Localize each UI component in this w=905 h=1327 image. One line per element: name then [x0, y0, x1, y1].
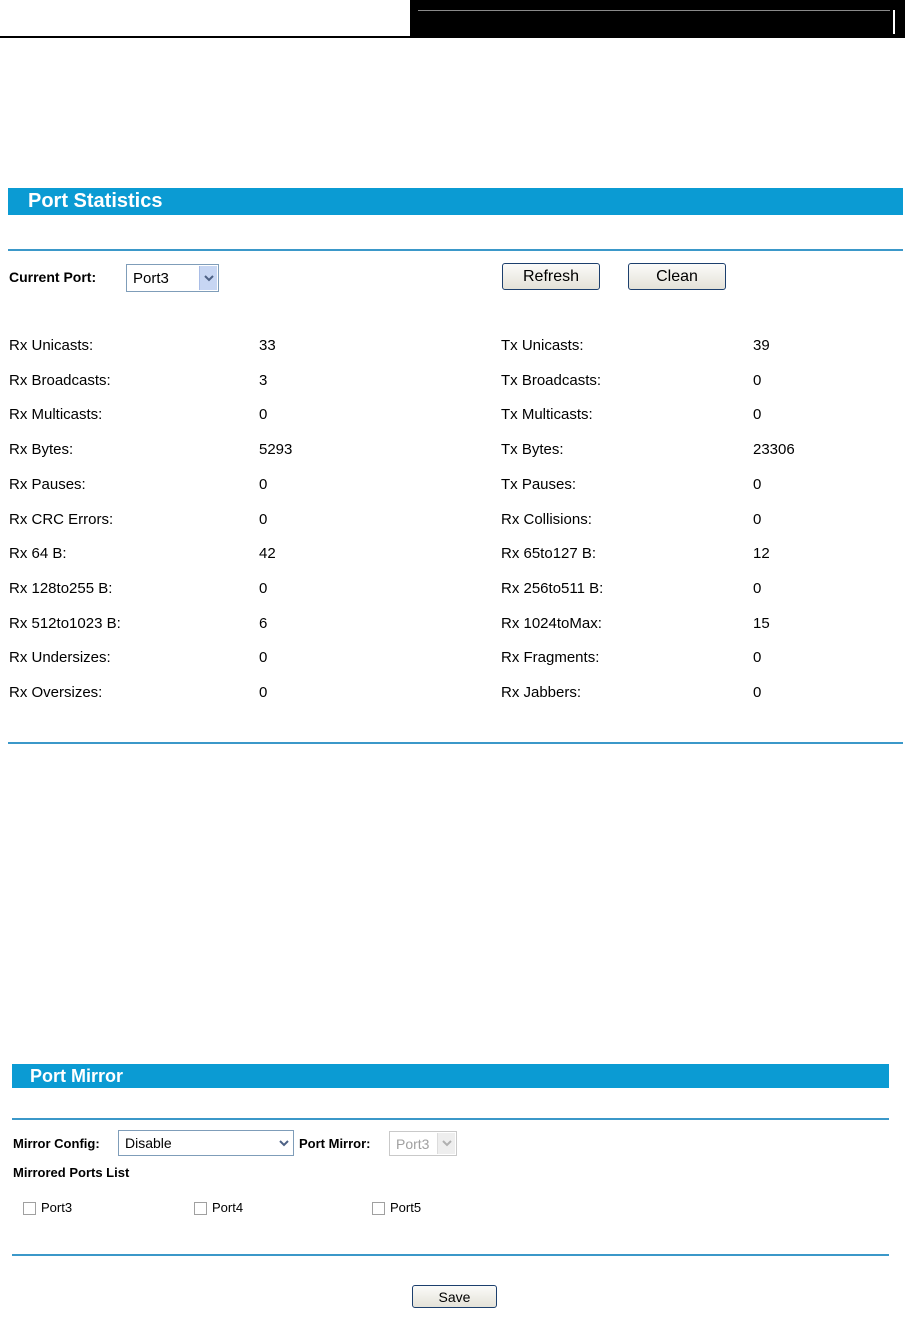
rx-stat-value: 0 — [259, 475, 268, 493]
tx-stat-value: 39 — [753, 337, 770, 354]
port-statistics-title-text: Port Statistics — [28, 190, 163, 212]
tx-stat-value: 0 — [753, 684, 762, 701]
tx-stat-label: Rx 1024toMax: — [501, 614, 602, 632]
mirror-top-rule — [12, 1118, 889, 1120]
port-mirror-title: Port Mirror — [12, 1064, 889, 1088]
port5-label: Port5 — [390, 1200, 422, 1215]
table-row: Rx CRC Errors: 0 Rx Collisions: 0 — [0, 511, 905, 533]
tx-stat-value: 15 — [753, 614, 770, 632]
table-row: Rx Broadcasts: 3 Tx Broadcasts: 0 — [0, 372, 905, 394]
refresh-button[interactable]: Refresh — [502, 263, 600, 290]
table-row: Rx 64 B: 42 Rx 65to127 B: 12 — [0, 545, 905, 567]
rx-stat-value: 0 — [259, 579, 268, 597]
tx-stat-label: Tx Multicasts: — [501, 406, 593, 424]
statistics-bottom-rule — [8, 742, 903, 744]
chevron-down-icon[interactable] — [199, 266, 217, 290]
clean-button[interactable]: Clean — [628, 263, 726, 290]
table-row: Rx Bytes: 5293 Tx Bytes: 23306 — [0, 441, 905, 463]
rx-stat-label: Rx Broadcasts: — [9, 371, 111, 389]
rx-stat-value: 0 — [259, 649, 268, 667]
mirror-config-value: Disable — [125, 1135, 172, 1151]
rx-stat-label: Rx Bytes: — [9, 441, 74, 459]
port-mirror-label: Port Mirror: — [299, 1136, 371, 1151]
tx-stat-label: Tx Pauses: — [501, 475, 577, 493]
rx-stat-label: Rx 512to1023 B: — [9, 614, 121, 632]
rx-stat-label: Rx Pauses: — [9, 475, 86, 493]
tx-stat-value: 0 — [753, 406, 762, 424]
statistics-top-rule — [8, 249, 903, 251]
port4-checkbox[interactable] — [194, 1202, 207, 1215]
current-port-select[interactable]: Port3 — [126, 264, 219, 292]
header-inner-rule — [418, 10, 890, 11]
tx-stat-label: Rx 256to511 B: — [501, 579, 604, 597]
rx-stat-label: Rx CRC Errors: — [9, 510, 114, 528]
port-mirror-title-text: Port Mirror — [30, 1065, 124, 1086]
table-row: Rx 128to255 B: 0 Rx 256to511 B: 0 — [0, 580, 905, 602]
tx-stat-label: Rx Fragments: — [501, 649, 600, 667]
rx-stat-value: 6 — [259, 614, 268, 632]
tx-stat-label: Rx 65to127 B: — [501, 545, 597, 563]
port-mirror-select[interactable]: Port3 — [389, 1131, 457, 1156]
rx-stat-value: 3 — [259, 371, 268, 389]
tx-stat-value: 0 — [753, 371, 762, 389]
table-row: Rx Undersizes: 0 Rx Fragments: 0 — [0, 649, 905, 671]
tx-stat-value: 12 — [753, 545, 770, 563]
tx-stat-value: 0 — [753, 510, 762, 528]
port-mirror-value: Port3 — [396, 1135, 430, 1152]
rx-stat-label: Rx Oversizes: — [9, 684, 103, 701]
mirror-config-label: Mirror Config: — [13, 1136, 100, 1151]
header-tick — [893, 10, 895, 34]
header-black-band — [410, 0, 905, 38]
table-row: Rx Multicasts: 0 Tx Multicasts: 0 — [0, 406, 905, 428]
tx-stat-value: 0 — [753, 649, 762, 667]
chevron-down-icon[interactable] — [275, 1132, 292, 1154]
tx-stat-label: Rx Jabbers: — [501, 684, 582, 701]
table-row: Rx Oversizes: 0 Rx Jabbers: 0 — [0, 684, 905, 706]
rx-stat-label: Rx 64 B: — [9, 545, 67, 563]
rx-stat-value: 5293 — [259, 441, 293, 459]
rx-stat-label: Rx Unicasts: — [9, 337, 94, 354]
rx-stat-value: 0 — [259, 406, 268, 424]
tx-stat-label: Tx Bytes: — [501, 441, 564, 459]
save-button[interactable]: Save — [412, 1285, 497, 1308]
port3-label: Port3 — [41, 1200, 73, 1215]
port3-checkbox[interactable] — [23, 1202, 36, 1215]
port4-label: Port4 — [212, 1200, 244, 1215]
mirror-config-select[interactable]: Disable — [118, 1130, 294, 1156]
rx-stat-label: Rx 128to255 B: — [9, 579, 113, 597]
current-port-value: Port3 — [133, 269, 169, 287]
tx-stat-value: 0 — [753, 579, 762, 597]
tx-stat-label: Tx Unicasts: — [501, 337, 584, 354]
table-row: Rx Unicasts: 33 Tx Unicasts: 39 — [0, 337, 905, 359]
header-rule — [0, 36, 410, 38]
current-port-label: Current Port: — [9, 269, 97, 285]
rx-stat-value: 0 — [259, 684, 268, 701]
rx-stat-value: 42 — [259, 545, 276, 563]
port-statistics-title: Port Statistics — [8, 188, 903, 215]
tx-stat-value: 0 — [753, 475, 762, 493]
mirrored-ports-list-label: Mirrored Ports List — [13, 1165, 130, 1180]
rx-stat-value: 33 — [259, 337, 276, 354]
port5-checkbox[interactable] — [372, 1202, 385, 1215]
tx-stat-label: Tx Broadcasts: — [501, 371, 602, 389]
rx-stat-label: Rx Multicasts: — [9, 406, 103, 424]
tx-stat-label: Rx Collisions: — [501, 510, 592, 528]
chevron-down-icon[interactable] — [437, 1133, 455, 1154]
rx-stat-label: Rx Undersizes: — [9, 649, 111, 667]
tx-stat-value: 23306 — [753, 441, 795, 459]
table-row: Rx Pauses: 0 Tx Pauses: 0 — [0, 476, 905, 498]
rx-stat-value: 0 — [259, 510, 268, 528]
table-row: Rx 512to1023 B: 6 Rx 1024toMax: 15 — [0, 615, 905, 637]
mirror-bottom-rule — [12, 1254, 889, 1256]
